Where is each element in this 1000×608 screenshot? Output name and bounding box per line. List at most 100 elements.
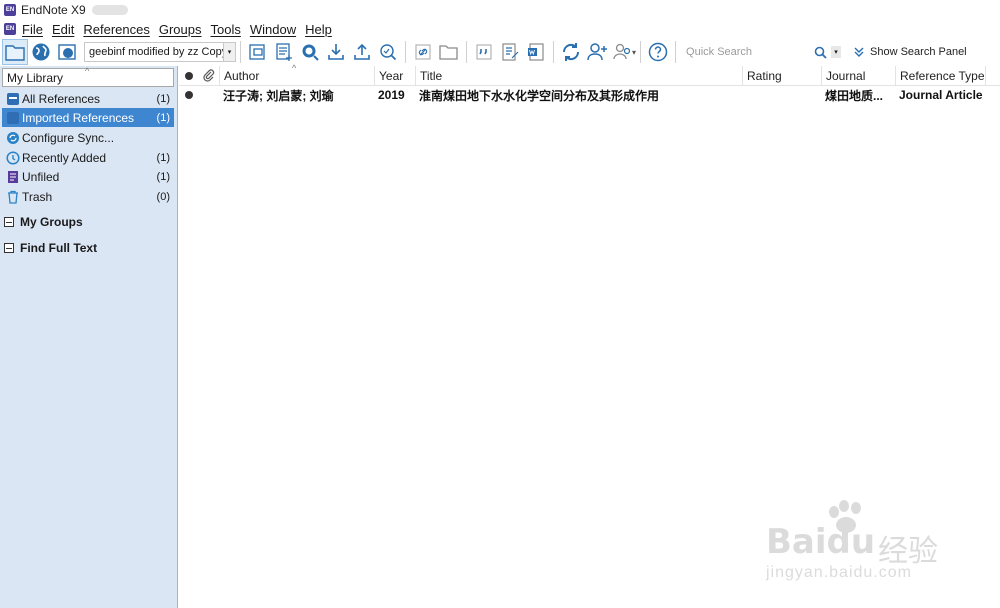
sidebar-item-label: All References — [22, 91, 101, 106]
sync-button[interactable] — [558, 39, 584, 65]
column-headers: Author ^ Year Title Rating Journal Refer… — [179, 63, 1000, 86]
toolbar-divider — [675, 41, 677, 63]
menu-edit[interactable]: Edit — [52, 22, 74, 37]
sidebar-item-label: Trash — [22, 189, 53, 204]
sidebar-item-configure-sync[interactable]: Configure Sync... — [2, 128, 174, 147]
cell-rating — [742, 86, 821, 104]
user-group-icon — [613, 43, 631, 60]
magnifier-refresh-icon — [380, 44, 397, 61]
sidebar-item-all-references[interactable]: All References (1) — [2, 89, 174, 108]
window-title: EndNote X9 — [21, 3, 86, 17]
online-search-mode-button[interactable] — [28, 39, 54, 65]
column-title[interactable]: Title — [415, 66, 742, 86]
sidebar-item-unfiled[interactable]: Unfiled (1) — [2, 167, 174, 186]
menu-window[interactable]: Window — [250, 22, 296, 37]
open-file-button[interactable] — [436, 39, 462, 65]
chevron-down-icon[interactable]: ▾ — [223, 43, 235, 61]
unread-dot-icon — [185, 91, 193, 99]
unread-indicator — [181, 86, 199, 104]
toolbar-divider — [553, 41, 554, 63]
collapse-icon[interactable] — [4, 243, 14, 253]
search-options-dropdown[interactable]: ▾ — [831, 46, 842, 58]
download-icon — [328, 44, 344, 60]
library-header[interactable]: My Library ^ — [2, 66, 174, 87]
help-icon — [648, 42, 668, 62]
local-library-mode-button[interactable] — [2, 39, 28, 65]
column-year[interactable]: Year — [374, 66, 415, 86]
show-search-panel-label: Show Search Panel — [870, 46, 967, 58]
menu-references[interactable]: References — [83, 22, 149, 37]
insert-quote-button[interactable] — [471, 39, 497, 65]
column-read-status[interactable] — [181, 66, 199, 86]
blurred-title-region — [91, 5, 128, 15]
reference-count: (1) — [156, 170, 170, 183]
sidebar-item-trash[interactable]: Trash (0) — [2, 187, 174, 206]
add-user-icon — [587, 43, 607, 61]
annotate-button[interactable] — [497, 39, 523, 65]
table-row[interactable]: 汪子涛; 刘启蒙; 刘瑜 2019 淮南煤田地下水水化学空间分布及其形成作用 煤… — [179, 86, 1000, 104]
link-icon — [415, 44, 431, 60]
column-rating[interactable]: Rating — [742, 66, 821, 86]
online-search-button[interactable] — [297, 39, 323, 65]
word-icon — [528, 43, 544, 61]
column-author[interactable]: Author — [219, 66, 374, 86]
column-extra — [985, 66, 1000, 86]
insert-citation-button[interactable] — [245, 39, 271, 65]
collapse-icon[interactable] — [4, 217, 14, 227]
upload-button[interactable] — [349, 39, 375, 65]
find-full-text-button[interactable] — [323, 39, 349, 65]
open-link-button[interactable] — [410, 39, 436, 65]
groups-panel: My Library ^ All References (1) Imported… — [0, 66, 178, 608]
sidebar-item-label: Unfiled — [22, 169, 60, 184]
output-style-select[interactable]: geebinf modified by zz Copy 22 ▾ — [84, 42, 236, 62]
new-reference-button[interactable] — [271, 39, 297, 65]
sidebar-item-recently-added[interactable]: Recently Added (1) — [2, 148, 174, 167]
double-chevron-down-icon — [854, 47, 864, 57]
quote-icon — [476, 44, 492, 60]
globe-folder-icon — [58, 44, 76, 60]
column-reference-type[interactable]: Reference Type — [895, 66, 985, 86]
group-header-label: Find Full Text — [20, 241, 98, 255]
quick-search-input[interactable]: Quick Search — [682, 42, 808, 62]
show-search-panel-button[interactable]: Show Search Panel — [853, 46, 967, 58]
toolbar-divider — [240, 41, 241, 63]
group-header-label: My Groups — [20, 215, 83, 229]
all-references-icon — [6, 92, 20, 106]
watermark-url: jingyan.baidu.com — [766, 564, 912, 581]
unfiled-icon — [6, 170, 20, 184]
word-cite-button[interactable] — [523, 39, 549, 65]
menu-groups[interactable]: Groups — [159, 22, 202, 37]
read-status-icon — [185, 72, 193, 80]
sort-caret-icon: ^ — [85, 66, 90, 76]
paperclip-icon — [203, 69, 215, 82]
share-dropdown-arrow[interactable]: ▾ — [632, 48, 636, 57]
watermark-brand-du: du — [826, 522, 876, 562]
imported-references-icon — [6, 111, 20, 125]
title-bar: EN EndNote X9 — [0, 0, 1000, 20]
document-icon[interactable]: EN — [4, 23, 16, 35]
find-reference-updates-button[interactable] — [375, 39, 401, 65]
online-search-icon — [302, 44, 319, 61]
column-journal[interactable]: Journal — [821, 66, 895, 86]
globe-icon — [32, 43, 50, 61]
help-button[interactable] — [645, 39, 671, 65]
menu-help[interactable]: Help — [305, 22, 332, 37]
watermark-brand: Baidu — [766, 522, 875, 562]
column-attachment[interactable] — [199, 66, 219, 86]
cell-year: 2019 — [378, 88, 405, 102]
share-library-button[interactable] — [584, 39, 610, 65]
my-groups-header[interactable]: My Groups — [4, 213, 83, 231]
find-full-text-header[interactable]: Find Full Text — [4, 239, 97, 257]
cell-reference-type: Journal Article — [899, 88, 983, 102]
toolbar: geebinf modified by zz Copy 22 ▾ ▾ Quick… — [0, 38, 1000, 66]
menu-tools[interactable]: Tools — [210, 22, 240, 37]
toolbar-divider — [405, 41, 406, 63]
search-icon[interactable] — [814, 46, 827, 59]
edit-document-icon — [502, 43, 519, 61]
endnote-app-icon: EN — [4, 4, 16, 16]
insert-citation-icon — [249, 44, 265, 60]
menu-file[interactable]: File — [22, 22, 43, 37]
integrated-library-button[interactable] — [54, 39, 80, 65]
sidebar-item-imported-references[interactable]: Imported References (1) — [2, 108, 174, 127]
baidu-jingyan-watermark: Baidu 经验 jingyan.baidu.com — [766, 500, 956, 590]
